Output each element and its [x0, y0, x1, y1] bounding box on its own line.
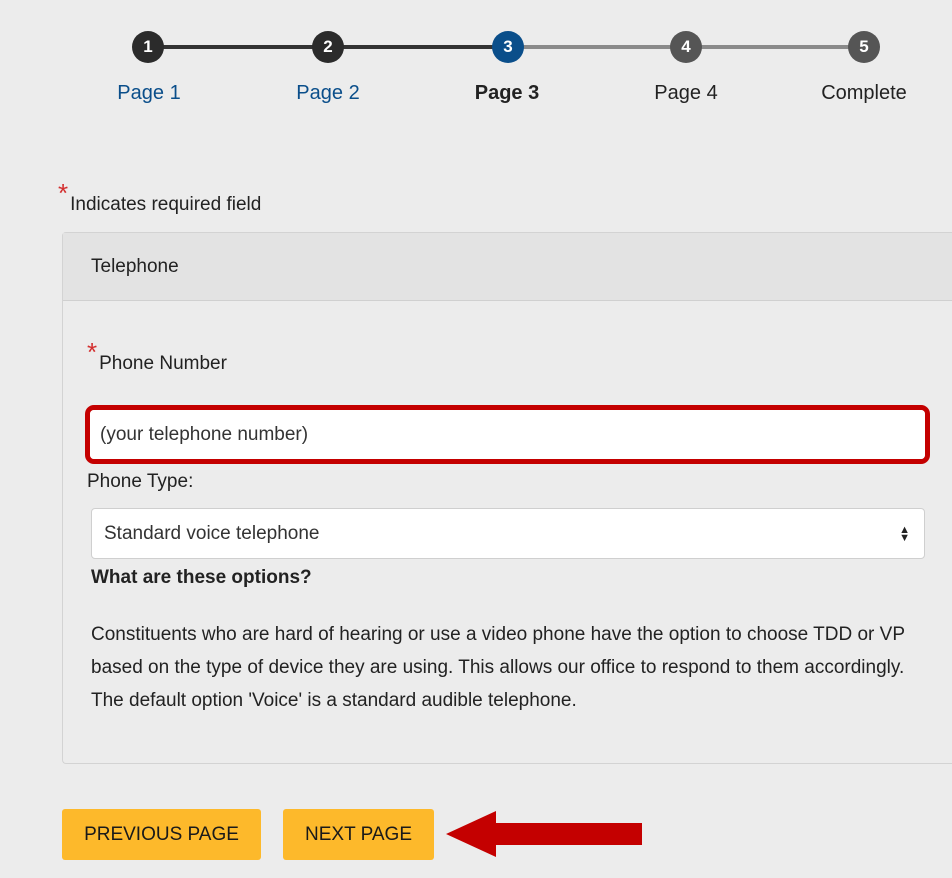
progress-stepper: 1 2 3 4 5 Page 1 Page 2 Page 3 Page 4 Co…: [0, 0, 952, 120]
previous-page-button[interactable]: PREVIOUS PAGE: [62, 809, 261, 860]
phone-number-input[interactable]: [90, 410, 925, 459]
phone-number-label: * Phone Number: [87, 337, 227, 376]
step-3-label: Page 3: [474, 82, 540, 104]
phone-number-label-text: Phone Number: [99, 353, 227, 374]
required-field-note: * Indicates required field: [58, 178, 262, 217]
red-arrow-icon: [446, 811, 642, 857]
options-description: Constituents who are hard of hearing or …: [91, 624, 905, 711]
step-4-circle: 4: [670, 31, 702, 63]
panel-title: Telephone: [91, 255, 179, 277]
step-1-link[interactable]: Page 1: [69, 82, 229, 105]
panel-header: Telephone: [63, 233, 952, 301]
phone-input-highlight: [85, 405, 930, 464]
step-5-circle: 5: [848, 31, 880, 63]
telephone-panel: Telephone *Phone Number Phone Type: Stan…: [62, 232, 952, 764]
step-4-label: Page 4: [654, 82, 718, 104]
step-connector: [148, 45, 328, 49]
required-asterisk: *: [58, 178, 69, 208]
step-connector: [328, 45, 508, 49]
phone-type-select[interactable]: Standard voice telephone ▲ ▼: [91, 508, 925, 559]
phone-type-label: Phone Type:: [87, 471, 194, 492]
step-5-label: Complete: [821, 82, 907, 104]
required-asterisk: *: [87, 337, 98, 367]
step-2-circle[interactable]: 2: [312, 31, 344, 63]
phone-type-selected-value: Standard voice telephone: [104, 522, 320, 544]
step-1-circle[interactable]: 1: [132, 31, 164, 63]
step-connector: [686, 45, 864, 49]
options-heading: What are these options?: [91, 567, 312, 588]
next-page-button[interactable]: NEXT PAGE: [283, 809, 434, 860]
required-note-text: Indicates required field: [70, 194, 262, 215]
step-3-circle: 3: [492, 31, 524, 63]
select-arrows-icon: ▲ ▼: [899, 523, 910, 544]
step-2-link[interactable]: Page 2: [248, 82, 408, 105]
step-connector: [508, 45, 686, 49]
